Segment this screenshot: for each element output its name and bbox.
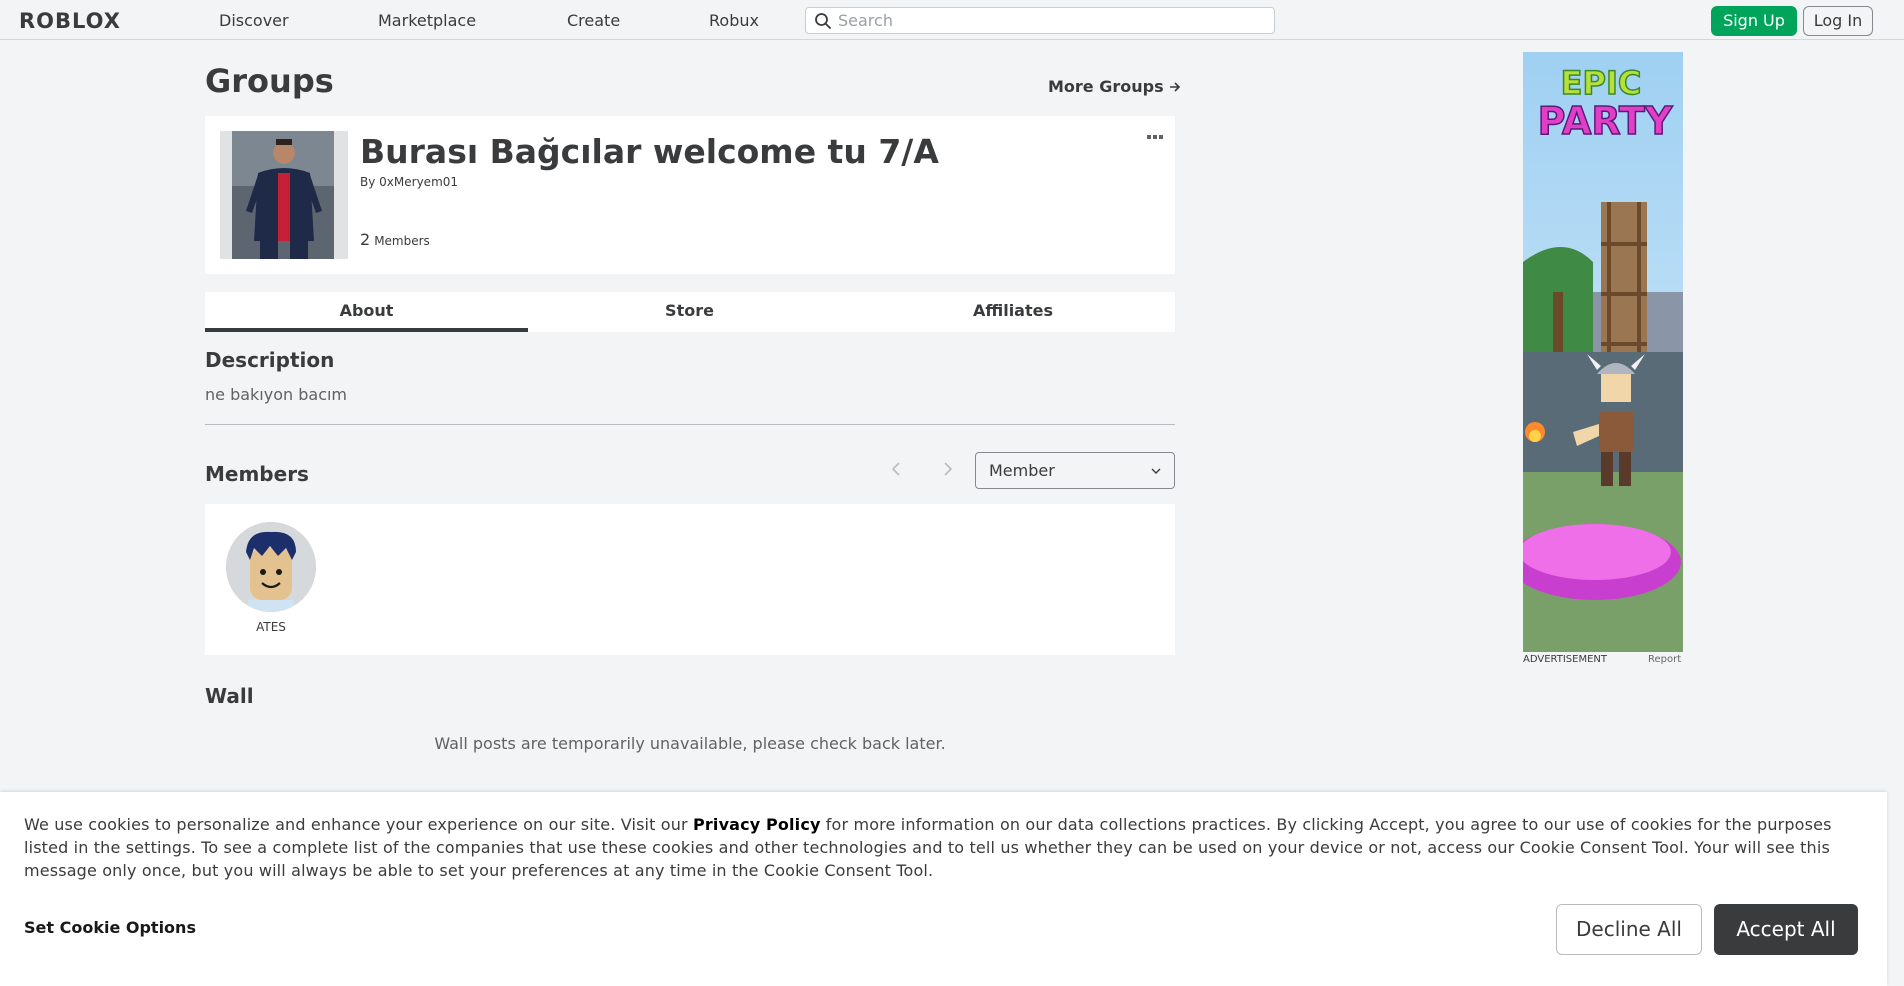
members-list: ATES xyxy=(205,504,1175,655)
avatar xyxy=(226,522,316,612)
log-in-button[interactable]: Log In xyxy=(1803,6,1873,36)
cookie-consent-banner: We use cookies to personalize and enhanc… xyxy=(0,792,1887,986)
cookie-text-before: We use cookies to personalize and enhanc… xyxy=(24,815,694,834)
nav-marketplace[interactable]: Marketplace xyxy=(378,11,476,30)
description-title: Description xyxy=(205,348,335,372)
member-avatar-image xyxy=(226,522,316,612)
section-divider xyxy=(205,424,1175,425)
search-box xyxy=(805,7,1275,34)
member-count-value: 2 xyxy=(360,230,371,249)
group-emblem-photo xyxy=(220,131,348,259)
page-title: Groups xyxy=(205,62,334,100)
group-tabs: About Store Affiliates xyxy=(205,292,1175,332)
top-navigation-bar: ROBLOX Discover Marketplace Create Robux… xyxy=(0,0,1904,40)
role-dropdown[interactable]: Member xyxy=(975,452,1175,489)
description-text: ne bakıyon bacım xyxy=(205,385,348,404)
chevron-down-icon xyxy=(1151,468,1161,474)
wall-unavailable-message: Wall posts are temporarily unavailable, … xyxy=(434,734,946,753)
ad-heading-line2: PARTY xyxy=(1538,99,1673,143)
sign-up-button[interactable]: Sign Up xyxy=(1711,6,1797,36)
cookie-message: We use cookies to personalize and enhanc… xyxy=(24,813,1869,882)
privacy-policy-link[interactable]: Privacy Policy xyxy=(693,815,821,834)
search-input[interactable] xyxy=(838,9,1258,32)
nav-create[interactable]: Create xyxy=(567,11,620,30)
advertisement-banner[interactable]: EPIC PARTY xyxy=(1523,52,1683,652)
ad-report-link[interactable]: Report xyxy=(1648,654,1681,665)
members-title: Members xyxy=(205,462,309,486)
group-emblem-image xyxy=(220,131,348,259)
member-name: ATES xyxy=(256,620,286,634)
group-owner: By 0xMeryem01 xyxy=(360,175,458,189)
chevron-right-icon[interactable] xyxy=(941,460,955,478)
wall-title: Wall xyxy=(205,684,254,708)
decline-all-button[interactable]: Decline All xyxy=(1556,904,1702,955)
tab-store[interactable]: Store xyxy=(528,292,851,332)
owner-prefix: By xyxy=(360,175,376,189)
owner-link[interactable]: 0xMeryem01 xyxy=(379,175,458,189)
tab-about[interactable]: About xyxy=(205,292,528,332)
nav-discover[interactable]: Discover xyxy=(219,11,289,30)
accept-all-button[interactable]: Accept All xyxy=(1714,904,1858,955)
set-cookie-options-link[interactable]: Set Cookie Options xyxy=(24,918,196,937)
arrow-right-icon xyxy=(1170,82,1181,92)
advertisement-image: EPIC PARTY xyxy=(1523,52,1683,652)
more-groups-label: More Groups xyxy=(1048,77,1164,96)
chevron-left-icon[interactable] xyxy=(889,460,903,478)
ad-heading-line1: EPIC xyxy=(1561,64,1642,102)
advertisement-label: ADVERTISEMENT xyxy=(1523,654,1608,665)
member-count: 2 Members xyxy=(360,230,430,249)
more-options-icon[interactable] xyxy=(1145,132,1165,142)
more-groups-link[interactable]: More Groups xyxy=(1048,77,1181,96)
group-name: Burası Bağcılar welcome tu 7/A xyxy=(360,132,939,171)
group-header-card: Burası Bağcılar welcome tu 7/A By 0xMery… xyxy=(205,116,1175,274)
member-card[interactable]: ATES xyxy=(225,522,317,634)
search-icon[interactable] xyxy=(814,12,832,30)
member-count-label: Members xyxy=(374,234,430,248)
tab-affiliates[interactable]: Affiliates xyxy=(851,292,1175,332)
role-dropdown-value: Member xyxy=(989,461,1055,480)
roblox-logo[interactable]: ROBLOX xyxy=(19,9,121,33)
nav-robux[interactable]: Robux xyxy=(709,11,759,30)
